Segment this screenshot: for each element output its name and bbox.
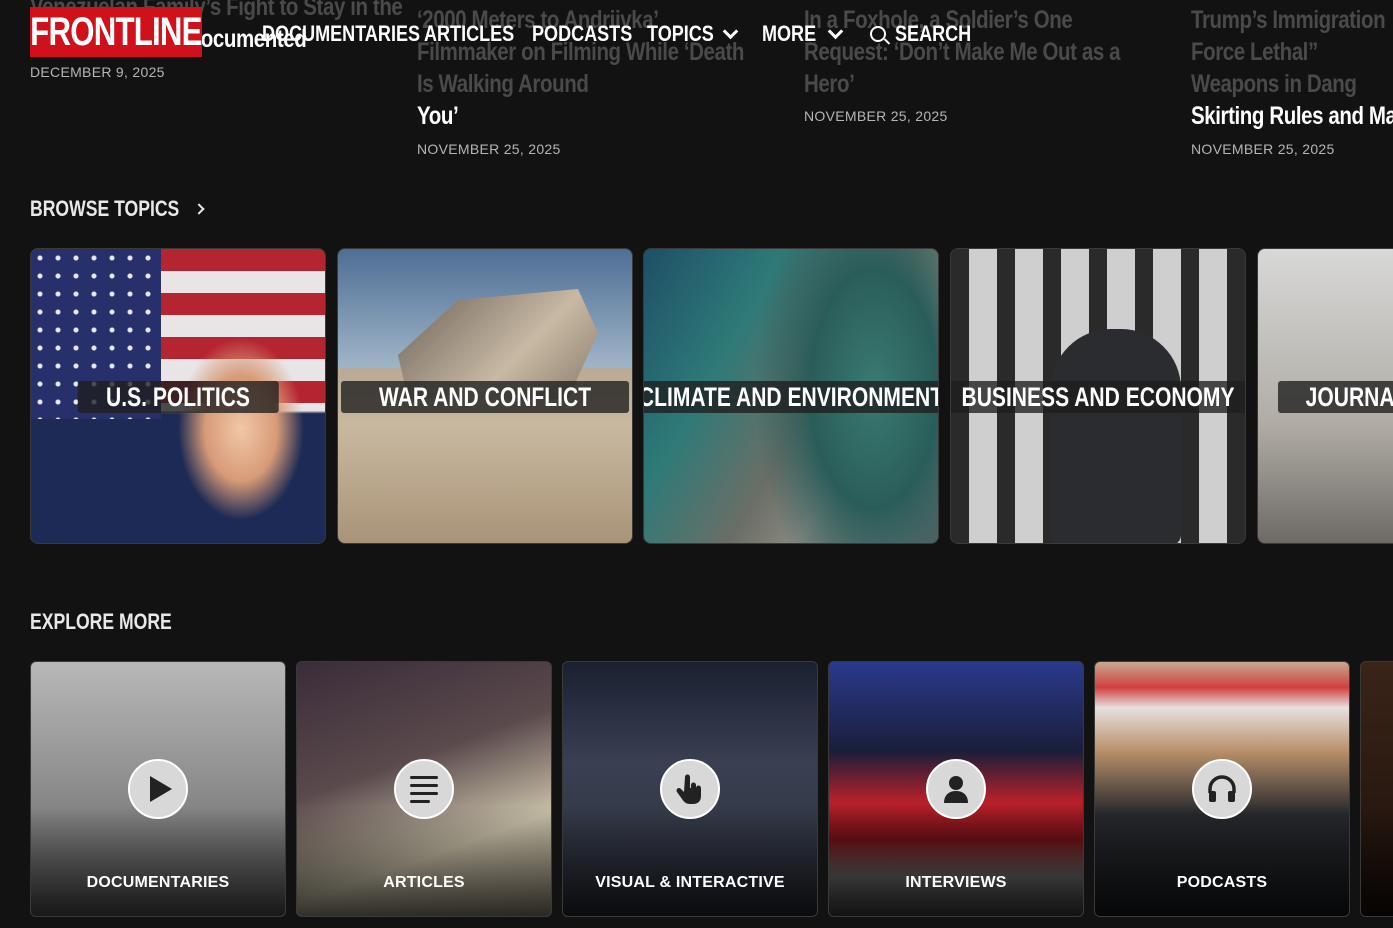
topic-card-climate-and-environment[interactable]: CLIMATE AND ENVIRONMENT bbox=[643, 248, 939, 544]
search-icon bbox=[870, 26, 886, 42]
chevron-down-icon bbox=[827, 23, 844, 39]
explore-card-documentaries[interactable]: DOCUMENTARIES bbox=[30, 661, 286, 917]
text-lines-icon bbox=[394, 759, 454, 819]
article-date: DECEMBER 9, 2025 bbox=[30, 64, 165, 80]
article-title-overflow: Trump’s Immigration Force Lethal” Weapon… bbox=[1191, 6, 1386, 98]
nav-search[interactable]: SEARCH bbox=[870, 18, 988, 50]
explore-card-podcasts[interactable]: PODCASTS bbox=[1094, 661, 1350, 917]
nav-topics[interactable]: TOPICS bbox=[647, 18, 738, 50]
explore-more-heading: EXPLORE MORE bbox=[30, 609, 172, 634]
browse-topics-link[interactable]: BROWSE TOPICS bbox=[30, 196, 205, 222]
article-title[interactable]: You’ bbox=[417, 100, 729, 132]
article-card[interactable]: Trump’s Immigration Force Lethal” Weapon… bbox=[1191, 4, 1393, 157]
article-card[interactable]: In a Foxhole, a Soldier’s One Request: ‘… bbox=[804, 4, 1184, 124]
explore-label: DOCUMENTARIES bbox=[86, 874, 230, 891]
explore-label: INTERVIEWS bbox=[905, 874, 1007, 891]
article-date: NOVEMBER 25, 2025 bbox=[417, 141, 561, 157]
explore-card-articles[interactable]: ARTICLES bbox=[296, 661, 552, 917]
topic-label: CLIMATE AND ENVIRONMENT bbox=[644, 381, 938, 413]
article-title[interactable]: Skirting Rules and Maimi bbox=[1191, 100, 1393, 132]
frontline-logo[interactable]: FRONTLINE bbox=[30, 7, 203, 57]
play-icon bbox=[128, 759, 188, 819]
explore-card-visual-interactive[interactable]: VISUAL & INTERACTIVE bbox=[562, 661, 818, 917]
explore-label: PODCASTS bbox=[1176, 874, 1268, 891]
article-date: NOVEMBER 25, 2025 bbox=[804, 108, 948, 124]
topic-label: WAR AND CONFLICT bbox=[341, 381, 629, 413]
person-icon bbox=[926, 759, 986, 819]
chevron-right-icon bbox=[192, 203, 205, 215]
explore-label: VISUAL & INTERACTIVE bbox=[595, 874, 785, 891]
logo-text: FRONTLINE bbox=[30, 9, 202, 54]
topic-label: JOURNALISM bbox=[1278, 381, 1393, 413]
explore-card-partial[interactable] bbox=[1360, 661, 1393, 917]
article-date: NOVEMBER 25, 2025 bbox=[1191, 141, 1335, 157]
topic-card-journalism[interactable]: JOURNALISM bbox=[1257, 248, 1393, 544]
browse-topics-heading: BROWSE TOPICS bbox=[30, 196, 180, 221]
topic-card-war-and-conflict[interactable]: WAR AND CONFLICT bbox=[337, 248, 633, 544]
nav-articles[interactable]: ARTICLES bbox=[424, 18, 534, 50]
explore-card-interviews[interactable]: INTERVIEWS bbox=[828, 661, 1084, 917]
nav-podcasts[interactable]: PODCASTS bbox=[532, 18, 654, 50]
topic-label: BUSINESS AND ECONOMY bbox=[951, 381, 1245, 413]
pointer-hand-icon bbox=[660, 759, 720, 819]
headphones-icon bbox=[1192, 759, 1252, 819]
topic-card-us-politics[interactable]: U.S. POLITICS bbox=[30, 248, 326, 544]
chevron-down-icon bbox=[722, 23, 738, 39]
topic-card-business-and-economy[interactable]: BUSINESS AND ECONOMY bbox=[950, 248, 1246, 544]
explore-label: ARTICLES bbox=[383, 874, 465, 891]
nav-more[interactable]: MORE bbox=[762, 18, 844, 50]
topic-label: U.S. POLITICS bbox=[77, 381, 279, 413]
